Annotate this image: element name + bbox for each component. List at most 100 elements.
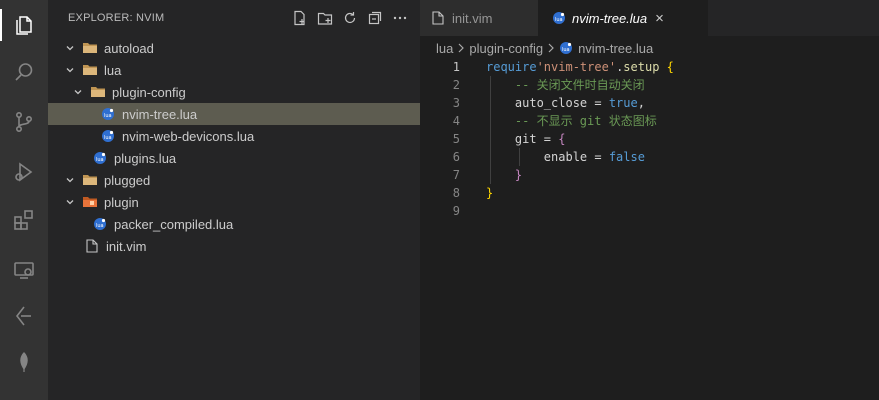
- tree-item-autoload[interactable]: autoload: [48, 37, 434, 59]
- code-line[interactable]: 5 git = {: [420, 130, 879, 148]
- line-text: }: [486, 184, 493, 202]
- new-file-icon[interactable]: [292, 10, 308, 26]
- svg-text:lua: lua: [96, 223, 104, 229]
- chevron-down-icon: [62, 194, 78, 210]
- tree-item-plugins-lua[interactable]: lua plugins.lua: [48, 147, 464, 169]
- chevron-right-icon: [457, 43, 465, 53]
- tree-item-label: plugins.lua: [114, 150, 177, 166]
- lua-file-icon: lua: [559, 41, 573, 55]
- code-line[interactable]: 1 require'nvim-tree'.setup {: [420, 58, 879, 76]
- line-text: require'nvim-tree'.setup {: [486, 58, 674, 76]
- lua-file-icon: lua: [552, 11, 566, 25]
- tab-label: init.vim: [452, 10, 493, 26]
- tree-item-label: nvim-tree.lua: [122, 106, 198, 122]
- tree-item-label: plugin-config: [112, 84, 186, 100]
- code-token: -- 关闭文件时自动关闭: [486, 78, 645, 92]
- line-text: enable = false: [486, 148, 645, 166]
- svg-text:lua: lua: [104, 135, 112, 141]
- code-token: }: [486, 168, 523, 182]
- tree-item-lua[interactable]: lua: [48, 59, 434, 81]
- tree-item-label: packer_compiled.lua: [114, 216, 234, 232]
- more-icon[interactable]: [392, 10, 408, 26]
- tree-item-nvim-tree-lua[interactable]: lua nvim-tree.lua: [48, 103, 472, 125]
- explorer-title: EXPLORER: NVIM: [68, 12, 165, 24]
- tree-item-label: init.vim: [106, 238, 147, 254]
- tree-item-label: plugged: [104, 172, 151, 188]
- line-number: 4: [452, 114, 460, 128]
- activity-bar: [0, 0, 48, 400]
- tree-item-label: nvim-web-devicons.lua: [122, 128, 255, 144]
- search-icon[interactable]: [0, 52, 48, 92]
- code-token: {: [551, 132, 566, 146]
- chevron-right-icon: [547, 43, 555, 53]
- editor-area: init.vim lua nvim-tree.lua × lua plugin-…: [420, 0, 879, 400]
- remote-explorer-icon[interactable]: [0, 250, 48, 290]
- source-control-icon[interactable]: [0, 102, 48, 142]
- chevron-down-icon: [62, 172, 78, 188]
- svg-text:lua: lua: [562, 47, 570, 53]
- code-token: auto_close: [486, 96, 595, 110]
- code-token: -- 不显示 git 状态图标: [486, 114, 657, 128]
- svg-text:lua: lua: [96, 157, 104, 163]
- line-number: 6: [452, 150, 460, 164]
- tree-item-plugin-config[interactable]: plugin-config: [48, 81, 442, 103]
- line-number: 2: [452, 78, 460, 92]
- breadcrumb: lua plugin-config lua nvim-tree.lua: [436, 38, 653, 58]
- tree-item-plugged[interactable]: plugged: [48, 169, 434, 191]
- tab-bar: init.vim lua nvim-tree.lua ×: [420, 0, 879, 36]
- code-token: =: [594, 96, 602, 110]
- tree-item-label: autoload: [104, 40, 154, 56]
- extensions-icon[interactable]: [0, 200, 48, 240]
- explorer-sidebar: EXPLORER: NVIM autoload lua plugin-confi…: [48, 0, 472, 400]
- code-token: }: [486, 186, 494, 200]
- chevron-down-icon: [62, 40, 78, 56]
- line-number: 3: [452, 96, 460, 110]
- code-token: enable: [486, 150, 595, 164]
- tree-item-label: plugin: [104, 194, 139, 210]
- tab-nvim-tree-lua[interactable]: lua nvim-tree.lua ×: [538, 0, 708, 36]
- line-text: git = {: [486, 130, 566, 148]
- code-token: =: [594, 150, 602, 164]
- lua-file-icon: lua: [100, 106, 116, 122]
- code-line[interactable]: 9: [420, 202, 879, 220]
- line-number: 5: [452, 132, 460, 146]
- explorer-icon[interactable]: [0, 5, 48, 45]
- code-line[interactable]: 3 auto_close = true,: [420, 94, 879, 112]
- collapse-all-icon[interactable]: [367, 10, 383, 26]
- line-text: -- 不显示 git 状态图标: [486, 112, 657, 130]
- code-line[interactable]: 7 }: [420, 166, 879, 184]
- line-number: 9: [452, 204, 460, 218]
- code-line[interactable]: 6 enable = false: [420, 148, 879, 166]
- new-folder-icon[interactable]: [317, 10, 333, 26]
- line-text: }: [486, 166, 522, 184]
- git-graph-icon[interactable]: [0, 296, 48, 336]
- code-token: false: [601, 150, 645, 164]
- breadcrumb-item[interactable]: nvim-tree.lua: [578, 41, 653, 56]
- tab-init-vim[interactable]: init.vim: [420, 0, 538, 36]
- tree-item-init-vim[interactable]: init.vim: [48, 235, 456, 257]
- code-token: =: [543, 132, 552, 146]
- svg-text:lua: lua: [104, 113, 112, 119]
- code-line[interactable]: 4 -- 不显示 git 状态图标: [420, 112, 879, 130]
- code-token: require: [486, 60, 537, 74]
- tree-item-plugin[interactable]: plugin: [48, 191, 434, 213]
- file-icon: [84, 238, 100, 254]
- folder-open-icon: [82, 172, 98, 188]
- code-token: ,: [637, 96, 645, 110]
- close-icon[interactable]: ×: [655, 10, 664, 27]
- code-line[interactable]: 2 -- 关闭文件时自动关闭: [420, 76, 879, 94]
- breadcrumb-item[interactable]: plugin-config: [469, 41, 543, 56]
- leaf-icon[interactable]: [0, 342, 48, 382]
- tree-item-label: lua: [104, 62, 122, 78]
- tree-item-packer-compiled-lua[interactable]: lua packer_compiled.lua: [48, 213, 464, 235]
- refresh-icon[interactable]: [342, 10, 358, 26]
- folder-open-icon: [90, 84, 106, 100]
- code-line[interactable]: 8}: [420, 184, 879, 202]
- plugin-folder-icon: [82, 194, 98, 210]
- explorer-actions: [292, 10, 408, 26]
- tree-item-nvim-web-devicons-lua[interactable]: lua nvim-web-devicons.lua: [48, 125, 472, 147]
- folder-open-icon: [82, 40, 98, 56]
- run-debug-icon[interactable]: [0, 152, 48, 192]
- breadcrumb-item[interactable]: lua: [436, 41, 453, 56]
- tab-label: nvim-tree.lua: [572, 10, 648, 26]
